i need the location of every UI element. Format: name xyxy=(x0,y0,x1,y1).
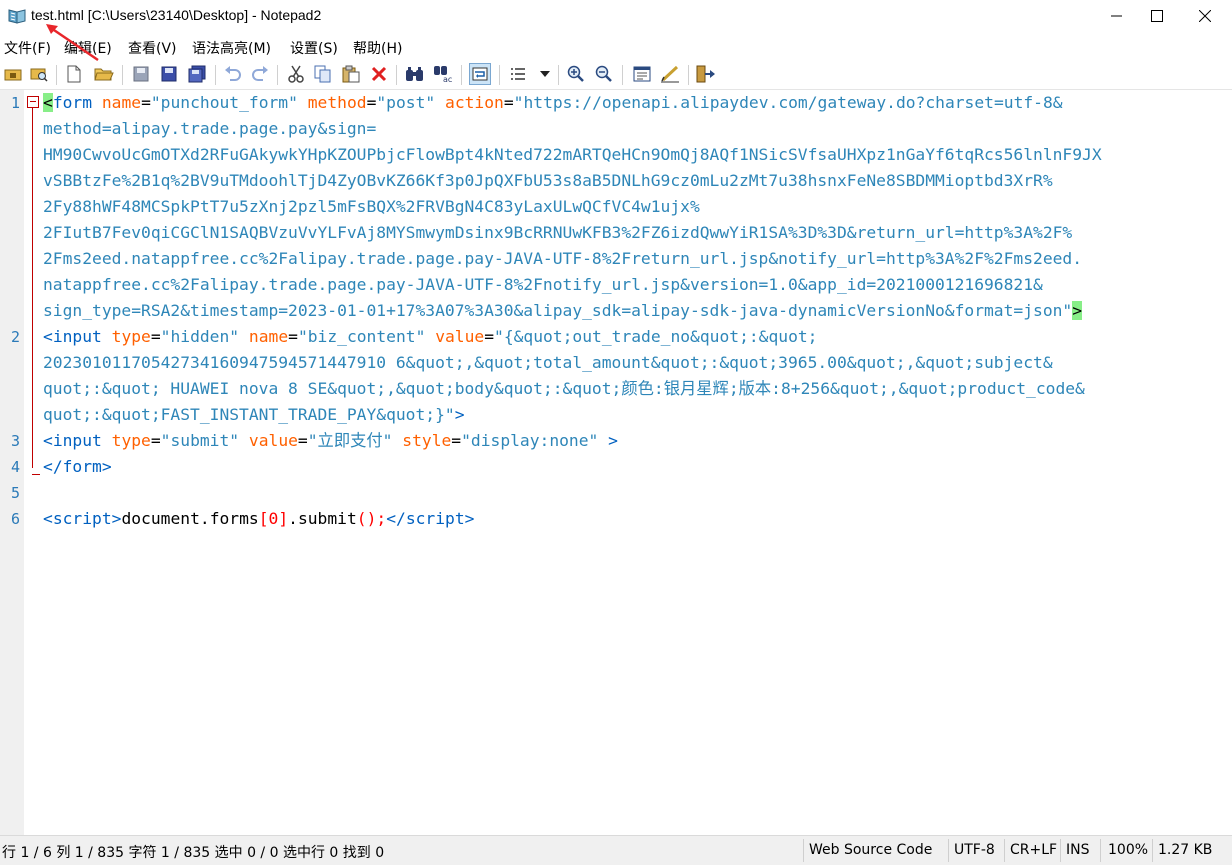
line-number: 3 xyxy=(10,432,20,450)
menu-bar: 文件(F) 编辑(E) 查看(V) 语法高亮(M) 设置(S) 帮助(H) xyxy=(0,36,1232,60)
status-ins-mode[interactable]: INS xyxy=(1066,842,1090,858)
line-number: 4 xyxy=(10,458,20,476)
redo-icon[interactable] xyxy=(250,64,270,84)
code-line-2: <input type="hidden" name="biz_content" … xyxy=(43,327,818,346)
line-number: 5 xyxy=(10,484,20,502)
copy-icon[interactable] xyxy=(313,64,333,84)
fold-marker-end xyxy=(32,474,40,475)
menu-settings[interactable]: 设置(S) xyxy=(290,38,338,58)
status-encoding[interactable]: UTF-8 xyxy=(954,842,995,858)
code-line-1-wrap: vSBBtzFe%2B1q%2BV9uTMdoohlTjD4ZyOBvKZ66K… xyxy=(43,171,1053,190)
customize-icon[interactable] xyxy=(660,64,680,84)
status-zoom[interactable]: 100% xyxy=(1108,842,1148,858)
status-file-size: 1.27 KB xyxy=(1158,842,1213,858)
svg-text:ac: ac xyxy=(443,75,452,83)
scheme-icon[interactable] xyxy=(632,64,652,84)
code-line-1-wrap: natappfree.cc%2Falipay.trade.page.pay-JA… xyxy=(43,275,1043,294)
cut-icon[interactable] xyxy=(286,64,306,84)
zoom-out-icon[interactable] xyxy=(594,64,614,84)
close-button[interactable] xyxy=(1182,0,1228,32)
toolbar: ac xyxy=(0,61,1232,90)
line-number: 2 xyxy=(10,328,20,346)
window-title: test.html [C:\Users\23140\Desktop] - Not… xyxy=(31,7,322,23)
fold-toggle[interactable] xyxy=(27,96,39,108)
status-scheme[interactable]: Web Source Code xyxy=(809,842,932,858)
maximize-icon xyxy=(1151,10,1163,22)
code-line-1-wrap: sign_type=RSA2&timestamp=2023-01-01+17%3… xyxy=(43,301,1083,320)
menu-help[interactable]: 帮助(H) xyxy=(353,38,402,58)
save-icon[interactable] xyxy=(131,64,151,84)
notepad-app-icon xyxy=(8,8,26,24)
status-position: 行 1 / 6 列 1 / 835 字符 1 / 835 选中 0 / 0 选中… xyxy=(2,845,385,861)
open-folder-icon[interactable] xyxy=(3,64,23,84)
status-eol[interactable]: CR+LF xyxy=(1010,842,1057,858)
save-as-icon[interactable] xyxy=(159,64,179,84)
code-line-1-wrap: method=alipay.trade.page.pay&sign= xyxy=(43,119,377,138)
line-number: 1 xyxy=(10,94,20,112)
code-line-1-wrap: 2FIutB7Fev0qiCGClN1SAQBVzuVvYLFvAj8MYSmw… xyxy=(43,223,1073,242)
delete-icon[interactable] xyxy=(369,64,389,84)
code-line-2-wrap: quot;:&quot; HUAWEI nova 8 SE&quot;,&quo… xyxy=(43,379,1085,398)
save-copy-icon[interactable] xyxy=(187,64,207,84)
maximize-button[interactable] xyxy=(1134,0,1180,32)
menu-edit[interactable]: 编辑(E) xyxy=(64,38,112,58)
menu-file[interactable]: 文件(F) xyxy=(4,38,51,58)
code-line-4: </form> xyxy=(43,457,112,476)
replace-icon[interactable]: ac xyxy=(433,64,453,84)
code-line-1-wrap: 2Fy88hWF48MCSpkPtT7u5zXnj2pzl5mFsBQX%2FR… xyxy=(43,197,700,216)
code-line-2-wrap: quot;:&quot;FAST_INSTANT_TRADE_PAY&quot;… xyxy=(43,405,465,424)
editor[interactable]: 1 2 3 4 5 6 <form name="punchout_form" m… xyxy=(0,90,1232,835)
code-line-1: <form name="punchout_form" method="post"… xyxy=(43,93,1063,112)
code-line-1-wrap: 2Fms2eed.natappfree.cc%2Falipay.trade.pa… xyxy=(43,249,1083,268)
menu-syntax[interactable]: 语法高亮(M) xyxy=(192,38,271,58)
line-number: 6 xyxy=(10,510,20,528)
status-bar: 行 1 / 6 列 1 / 835 字符 1 / 835 选中 0 / 0 选中… xyxy=(0,835,1232,865)
minimize-icon xyxy=(1111,15,1122,17)
close-icon xyxy=(1199,10,1211,22)
menu-view[interactable]: 查看(V) xyxy=(128,38,177,58)
exit-icon[interactable] xyxy=(696,64,716,84)
zoom-in-icon[interactable] xyxy=(566,64,586,84)
paste-icon[interactable] xyxy=(341,64,361,84)
code-line-3: <input type="submit" value="立即支付" style=… xyxy=(43,431,618,450)
undo-icon[interactable] xyxy=(223,64,243,84)
title-bar: test.html [C:\Users\23140\Desktop] - Not… xyxy=(0,0,1232,34)
view-options-dropdown[interactable] xyxy=(538,64,552,84)
new-file-icon[interactable] xyxy=(64,64,84,84)
find-icon[interactable] xyxy=(405,64,425,84)
view-options-icon[interactable] xyxy=(509,64,529,84)
code-line-2-wrap: 20230101170542734160947594571447910 6&qu… xyxy=(43,353,1053,372)
chevron-down-icon xyxy=(540,71,550,77)
code-line-1-wrap: HM90CwvoUcGmOTXd2RFuGAkywkYHpKZOUPbjcFlo… xyxy=(43,145,1102,164)
browse-icon[interactable] xyxy=(29,64,49,84)
word-wrap-icon[interactable] xyxy=(469,63,491,85)
code-line-6: <script>document.forms[0].submit();</scr… xyxy=(43,509,475,528)
open-file-icon[interactable] xyxy=(94,64,114,84)
fold-marker-line xyxy=(32,108,33,468)
